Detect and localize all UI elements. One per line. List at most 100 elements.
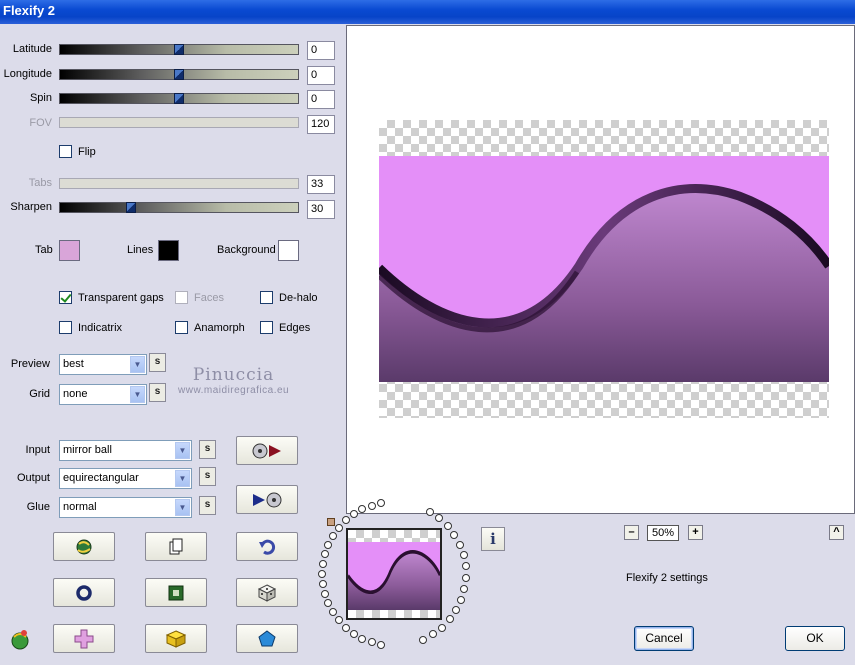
dial-dot[interactable] [324, 599, 333, 608]
background-color-swatch[interactable] [278, 240, 299, 261]
dial-dot[interactable] [320, 589, 329, 598]
sharpen-input[interactable]: 30 [307, 200, 335, 219]
dial-dot[interactable] [455, 540, 464, 549]
preview-select[interactable]: best ▼ [59, 354, 147, 375]
dial-dot[interactable] [457, 595, 466, 604]
dial-dot[interactable] [438, 623, 447, 632]
chevron-down-icon[interactable]: ▼ [130, 386, 145, 403]
output-s-button[interactable]: s [199, 467, 216, 486]
load-input-button[interactable] [236, 436, 298, 465]
watermark: Pinuccia www.maidiregrafica.eu [178, 365, 289, 396]
preview-s-button[interactable]: s [149, 353, 166, 372]
sharpen-slider[interactable] [59, 202, 299, 213]
latitude-slider-thumb[interactable] [174, 44, 184, 55]
dial-dot[interactable] [341, 516, 350, 525]
dial-dot[interactable] [334, 523, 343, 532]
cancel-button[interactable]: Cancel [634, 626, 694, 651]
longitude-slider[interactable] [59, 69, 299, 80]
title-bar: Flexify 2 [0, 0, 855, 24]
undo-button[interactable] [236, 532, 298, 561]
dial-dot[interactable] [324, 540, 333, 549]
glue-select[interactable]: normal ▼ [59, 497, 192, 518]
dial-dot[interactable] [349, 510, 358, 519]
dial-dot[interactable] [419, 635, 428, 644]
latitude-slider[interactable] [59, 44, 299, 55]
longitude-input[interactable]: 0 [307, 66, 335, 85]
flip-option[interactable]: Flip [59, 145, 96, 158]
dial-dot[interactable] [341, 623, 350, 632]
input-s-button[interactable]: s [199, 440, 216, 459]
dial-dot[interactable] [320, 550, 329, 559]
edges-option[interactable]: Edges [260, 321, 310, 334]
dial-dot[interactable] [435, 514, 444, 523]
flip-checkbox[interactable] [59, 145, 72, 158]
lines-color-swatch[interactable] [158, 240, 179, 261]
cube-button[interactable] [145, 624, 207, 653]
chevron-down-icon[interactable]: ▼ [175, 442, 190, 459]
de-halo-option[interactable]: De-halo [260, 291, 318, 304]
zoom-out-button[interactable]: – [624, 525, 639, 540]
indicatrix-option[interactable]: Indicatrix [59, 321, 122, 334]
chevron-down-icon[interactable]: ▼ [175, 470, 190, 487]
sharpen-slider-thumb[interactable] [126, 202, 137, 213]
dial-dot[interactable] [429, 630, 438, 639]
spin-slider-thumb[interactable] [174, 93, 184, 104]
transparent-gaps-checkbox[interactable] [59, 291, 72, 304]
indicatrix-checkbox[interactable] [59, 321, 72, 334]
dice-button[interactable] [236, 578, 298, 607]
dial-dot[interactable] [318, 559, 327, 568]
dial-dot[interactable] [328, 608, 337, 617]
copy-button[interactable] [145, 532, 207, 561]
ring-button[interactable] [53, 578, 115, 607]
output-select[interactable]: equirectangular ▼ [59, 468, 192, 489]
anamorph-option[interactable]: Anamorph [175, 321, 245, 334]
dial-dot[interactable] [426, 507, 434, 516]
dial-dot[interactable] [460, 584, 469, 593]
dial-dot[interactable] [367, 501, 376, 510]
dial-dot[interactable] [445, 615, 454, 624]
save-output-button[interactable] [236, 485, 298, 514]
input-select[interactable]: mirror ball ▼ [59, 440, 192, 461]
dial-dot[interactable] [450, 530, 459, 539]
dial-dot[interactable] [334, 616, 343, 625]
chevron-down-icon[interactable]: ▼ [130, 356, 145, 373]
thumbnail-preview[interactable] [346, 528, 442, 620]
dial-dot[interactable] [318, 570, 326, 578]
dial-dot[interactable] [328, 531, 337, 540]
dial-dot[interactable] [461, 573, 470, 582]
chevron-down-icon[interactable]: ▼ [175, 499, 190, 516]
ok-button[interactable]: OK [785, 626, 845, 651]
zoom-in-button[interactable]: + [688, 525, 703, 540]
latitude-input[interactable]: 0 [307, 41, 335, 60]
dial-dot[interactable] [358, 634, 367, 643]
info-button[interactable]: i [481, 527, 505, 551]
collapse-button[interactable]: ^ [829, 525, 844, 540]
frame-button[interactable] [145, 578, 207, 607]
anamorph-checkbox[interactable] [175, 321, 188, 334]
dial-dot[interactable] [461, 562, 470, 571]
dial-dot[interactable] [459, 551, 468, 560]
fov-input[interactable]: 120 [307, 115, 335, 134]
dial-dot[interactable] [452, 606, 461, 614]
spin-input[interactable]: 0 [307, 90, 335, 109]
spin-slider[interactable] [59, 93, 299, 104]
dial-dot[interactable] [367, 638, 376, 647]
grid-s-button[interactable]: s [149, 383, 166, 402]
longitude-slider-thumb[interactable] [174, 69, 184, 80]
dial-dot[interactable] [443, 521, 452, 530]
tab-color-swatch[interactable] [59, 240, 80, 261]
transparent-gaps-option[interactable]: Transparent gaps [59, 291, 164, 304]
dial-dot[interactable] [318, 580, 327, 589]
dial-dot[interactable] [349, 629, 358, 638]
randomize-button[interactable] [53, 532, 115, 561]
tabs-input[interactable]: 33 [307, 175, 335, 194]
square-frame-icon [168, 585, 184, 600]
edges-checkbox[interactable] [260, 321, 273, 334]
cross-shape-button[interactable] [53, 624, 115, 653]
glue-s-button[interactable]: s [199, 496, 216, 515]
dial-dot[interactable] [377, 640, 386, 649]
preview-canvas[interactable] [346, 25, 855, 514]
pentagon-button[interactable] [236, 624, 298, 653]
grid-select[interactable]: none ▼ [59, 384, 147, 405]
de-halo-checkbox[interactable] [260, 291, 273, 304]
